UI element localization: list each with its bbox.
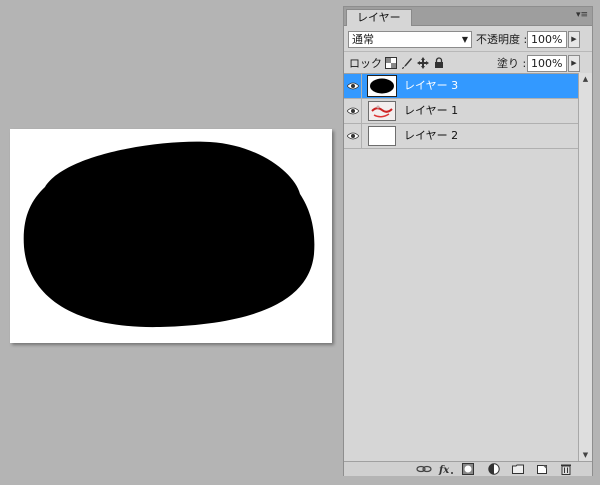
layers-scrollbar[interactable]: ▲ ▼: [578, 73, 592, 461]
layer-name[interactable]: レイヤー 2: [404, 124, 458, 148]
layers-panel: レイヤー ▾≡ 通常 ▼ 不透明度 : 100% ▶ ロック : 塗り : 10…: [343, 6, 593, 476]
link-layers-icon[interactable]: [416, 463, 432, 475]
trash-icon[interactable]: [560, 463, 572, 475]
visibility-toggle[interactable]: [344, 99, 362, 123]
fill-label: 塗り :: [497, 57, 527, 70]
layers-bottom-bar: fx: [344, 461, 592, 476]
layer-name[interactable]: レイヤー 3: [404, 74, 458, 98]
layer-row[interactable]: レイヤー 3: [344, 74, 578, 99]
layers-list: レイヤー 3 レイヤー 1 レイヤー 2: [344, 73, 578, 462]
lock-pixels-icon[interactable]: [401, 57, 413, 69]
fx-icon[interactable]: fx: [438, 463, 454, 475]
layer-row[interactable]: レイヤー 1: [344, 99, 578, 124]
blend-mode-select[interactable]: 通常 ▼: [348, 31, 472, 48]
panel-menu-icon[interactable]: ▾≡: [575, 9, 589, 21]
add-mask-icon[interactable]: [462, 463, 474, 475]
new-group-icon[interactable]: [512, 463, 524, 475]
visibility-toggle[interactable]: [344, 74, 362, 98]
layer-row[interactable]: レイヤー 2: [344, 124, 578, 149]
panel-tab-bar: レイヤー ▾≡: [344, 7, 592, 26]
layer-thumbnail: [368, 101, 396, 121]
scroll-down-icon[interactable]: ▼: [579, 449, 592, 461]
lock-transparent-icon[interactable]: [385, 57, 397, 69]
ellipse-shape: [23, 141, 315, 328]
eye-icon: [347, 107, 359, 115]
blend-mode-value: 通常: [352, 33, 374, 46]
tab-layers[interactable]: レイヤー: [346, 9, 412, 26]
opacity-label: 不透明度 :: [476, 33, 528, 46]
svg-text:fx: fx: [438, 465, 450, 475]
document-canvas[interactable]: [10, 129, 332, 343]
layer-thumbnail: [367, 75, 397, 97]
eye-icon: [347, 132, 359, 140]
opacity-slider-button[interactable]: ▶: [568, 31, 580, 48]
layer-name[interactable]: レイヤー 1: [404, 99, 458, 123]
eye-icon: [347, 82, 359, 90]
chevron-down-icon: ▼: [461, 35, 468, 44]
lock-position-icon[interactable]: [417, 57, 429, 69]
lock-all-icon[interactable]: [433, 57, 445, 69]
scroll-up-icon[interactable]: ▲: [579, 73, 592, 85]
adjustment-layer-icon[interactable]: [488, 463, 500, 475]
lock-label: ロック :: [349, 57, 390, 70]
fill-slider-button[interactable]: ▶: [568, 55, 580, 72]
new-layer-icon[interactable]: [536, 463, 548, 475]
visibility-toggle[interactable]: [344, 124, 362, 148]
lock-toolbar: ロック : 塗り : 100% ▶: [344, 51, 592, 74]
opacity-input[interactable]: 100%: [527, 31, 567, 48]
layer-thumbnail: [368, 126, 396, 146]
fill-input[interactable]: 100%: [527, 55, 567, 72]
